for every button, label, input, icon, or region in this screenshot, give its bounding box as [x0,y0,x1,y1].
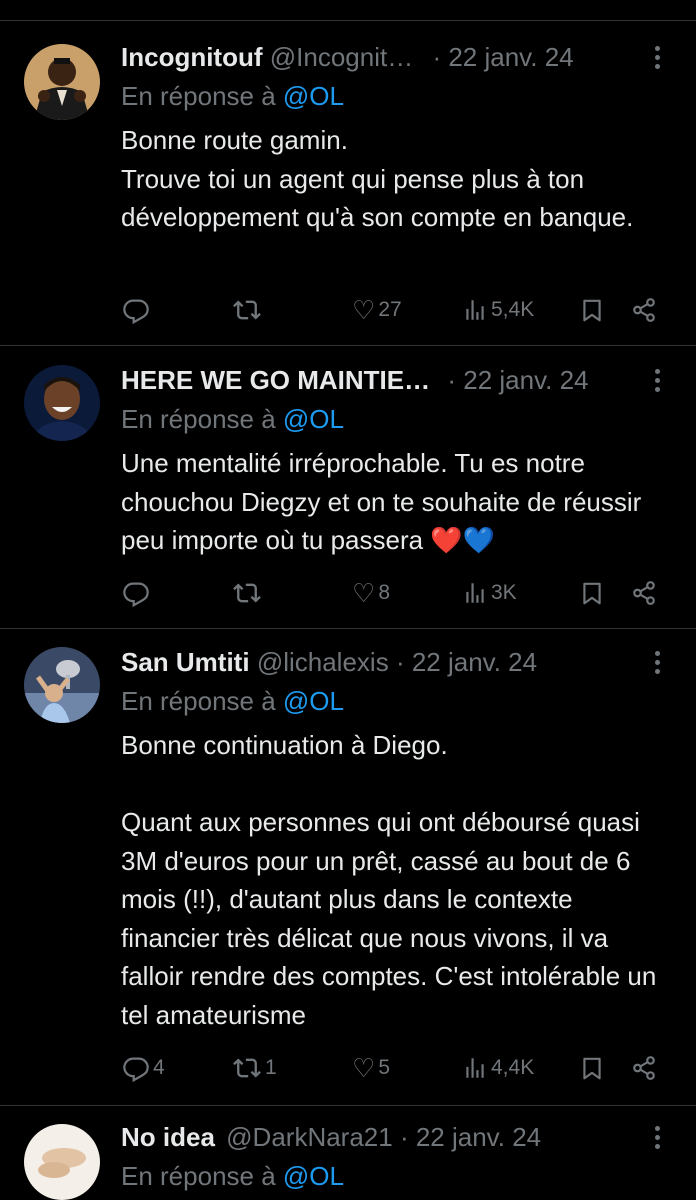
reply-icon [122,296,150,324]
like-count: 27 [378,298,402,321]
tweet-header: HERE WE GO MAINTIE… · 22 janv. 24 [121,363,589,397]
timestamp[interactable]: · 22 janv. 24 [447,365,588,395]
timestamp[interactable]: · 22 janv. 24 [396,647,537,677]
reply-prefix: En réponse à [121,404,276,434]
tweet-text: Bonne continuation à Diego. Quant aux pe… [121,730,657,1030]
tweet-header: Incognitouf @Incognit… · 22 janv. 24 [121,40,574,74]
avatar[interactable] [24,44,100,120]
display-name[interactable]: Incognitouf [121,42,263,72]
more-dots-icon[interactable] [645,1126,669,1152]
more-dots-icon[interactable] [645,369,669,395]
views-button[interactable]: 5,4K [462,290,534,330]
like-button[interactable]: ♡ 5 [352,1048,390,1088]
timestamp[interactable]: · 22 janv. 24 [432,42,573,72]
retweet-icon [232,1054,262,1082]
reply-context: En réponse à @OL [121,402,344,436]
views-button[interactable]: 4,4K [462,1048,534,1088]
share-button[interactable] [631,290,657,330]
share-icon [631,580,657,606]
avatar[interactable] [24,647,100,723]
avatar[interactable] [24,1124,100,1200]
share-button[interactable] [631,573,657,613]
views-button[interactable]: 3K [462,573,517,613]
tweet-here-we-go[interactable]: HERE WE GO MAINTIE… · 22 janv. 24 En rép… [0,363,696,628]
bookmark-icon [579,579,605,607]
tweet-text: Bonne route gamin. Trouve toi un agent q… [121,125,634,232]
retweet-button[interactable]: 1 [232,1048,277,1088]
reply-mention-link[interactable]: @OL [283,1161,344,1191]
reply-context: En réponse à @OL [121,684,344,718]
share-icon [631,297,657,323]
bookmark-button[interactable] [579,573,605,613]
reply-icon [122,579,150,607]
display-name[interactable]: HERE WE GO MAINTIE… [121,365,430,395]
reply-prefix: En réponse à [121,1161,276,1191]
tweet-actions: ♡ 8 3K [0,573,696,613]
bookmark-icon [579,296,605,324]
display-name[interactable]: No idea [121,1122,215,1152]
tweet-header: San Umtiti @lichalexis · 22 janv. 24 [121,645,537,679]
bookmark-icon [579,1054,605,1082]
retweet-button[interactable] [232,290,265,330]
tweet-san-umtiti[interactable]: San Umtiti @lichalexis · 22 janv. 24 En … [0,645,696,1105]
user-handle[interactable]: @DarkNara21 [226,1122,393,1152]
reply-button[interactable] [122,290,153,330]
more-dots-icon[interactable] [645,46,669,72]
reply-mention-link[interactable]: @OL [283,81,344,111]
heart-icon: ♡ [352,578,376,608]
tweet-text: Une mentalité irréprochable. Tu es notre… [121,444,666,560]
reply-context: En réponse à @OL [121,79,344,113]
reply-button[interactable]: 4 [122,1048,165,1088]
reply-icon [122,1054,150,1082]
like-button[interactable]: ♡ 8 [352,573,390,613]
reply-context: En réponse à @OL [121,1159,344,1193]
top-divider [0,20,696,21]
views-icon [462,297,488,323]
reply-button[interactable] [122,573,153,613]
tweet-actions: 4 1 ♡ 5 4,4K [0,1048,696,1088]
retweet-icon [232,579,262,607]
bookmark-button[interactable] [579,1048,605,1088]
reply-count: 4 [153,1056,165,1079]
like-count: 5 [378,1056,390,1079]
tweet-divider [0,345,696,346]
views-count: 4,4K [491,1056,535,1079]
tweet-no-idea[interactable]: No idea @DarkNara21 · 22 janv. 24 En rép… [0,1120,696,1200]
more-dots-icon[interactable] [645,651,669,677]
tweet-incognitouf[interactable]: Incognitouf @Incognit… · 22 janv. 24 En … [0,40,696,345]
reply-mention-link[interactable]: @OL [283,686,344,716]
views-icon [462,580,488,606]
share-button[interactable] [631,1048,657,1088]
views-count: 3K [491,581,517,604]
views-icon [462,1055,488,1081]
heart-icon: ♡ [352,1053,376,1083]
tweet-text-body: Une mentalité irréprochable. Tu es notre… [121,448,649,555]
bookmark-button[interactable] [579,290,605,330]
retweet-count: 1 [265,1056,277,1079]
like-button[interactable]: ♡ 27 [352,290,402,330]
reply-prefix: En réponse à [121,686,276,716]
share-icon [631,1055,657,1081]
reply-prefix: En réponse à [121,81,276,111]
heart-icon: ♡ [352,295,376,325]
timestamp[interactable]: · 22 janv. 24 [400,1122,541,1152]
display-name[interactable]: San Umtiti [121,647,250,677]
heart-emoji: ❤️💙 [430,525,496,555]
retweet-button[interactable] [232,573,265,613]
user-handle[interactable]: @lichalexis [257,647,389,677]
views-count: 5,4K [491,298,535,321]
tweet-divider [0,628,696,629]
retweet-icon [232,296,262,324]
tweet-divider [0,1105,696,1106]
reply-mention-link[interactable]: @OL [283,404,344,434]
avatar[interactable] [24,365,100,441]
tweet-actions: ♡ 27 5,4K [0,290,696,330]
like-count: 8 [378,581,390,604]
tweet-header: No idea @DarkNara21 · 22 janv. 24 [121,1120,541,1154]
user-handle[interactable]: @Incognit… [270,42,413,72]
